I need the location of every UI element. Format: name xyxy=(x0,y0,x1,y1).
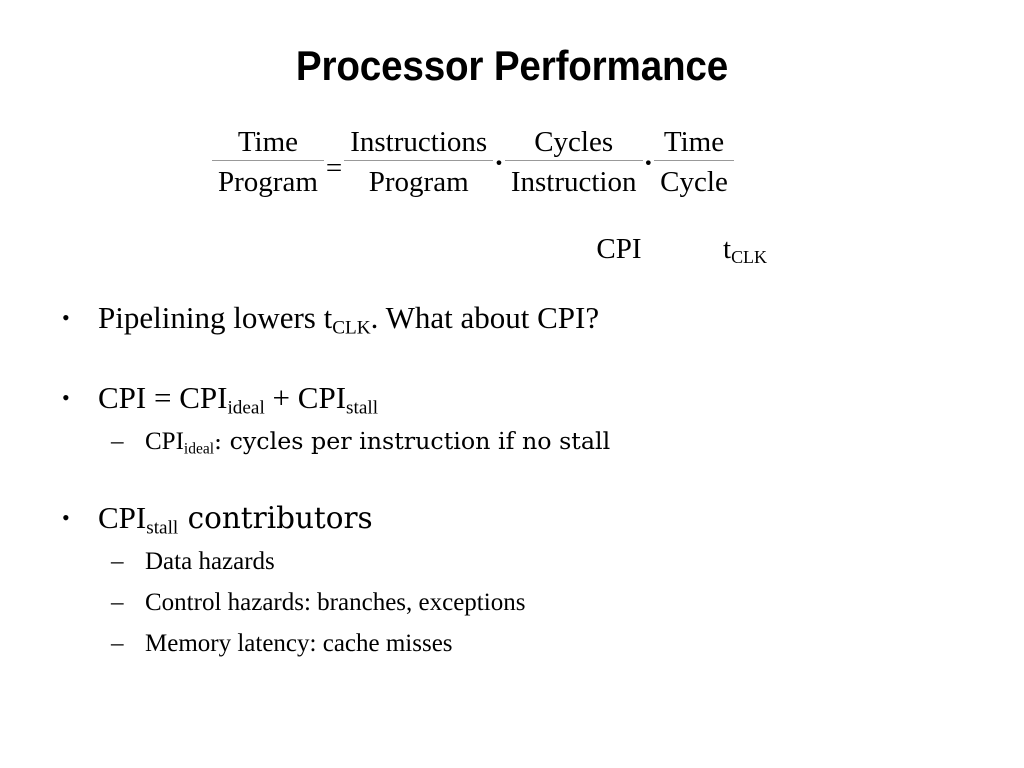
bullet-text-part: contributors xyxy=(178,501,373,535)
sub-bullet-marker: – xyxy=(111,428,124,455)
bullet-item: • Pipelining lowers tCLK. What about CPI… xyxy=(56,298,976,338)
sub-bullet-text: Control hazards: branches, exceptions xyxy=(145,589,526,616)
sub-bullet-marker: – xyxy=(111,630,124,657)
multiply-dot-2: · xyxy=(643,147,654,179)
bullet-text-part: Pipelining lowers t xyxy=(98,300,333,335)
bullet-text-part: + CPI xyxy=(264,380,347,415)
page-title: Processor Performance xyxy=(295,42,729,89)
sub-bullet-marker: – xyxy=(111,548,124,575)
annotation-tclk: tCLK xyxy=(705,232,785,266)
sub-bullet-item: – Data hazards xyxy=(56,541,976,582)
annotation-cpi: CPI xyxy=(545,232,693,266)
annotation-cpi-label: CPI xyxy=(596,233,642,265)
bullet-marker: • xyxy=(62,305,70,330)
equation-row: Time Program = Instructions Program · Cy… xyxy=(212,126,734,199)
bullet-item: • CPI = CPIideal + CPIstall xyxy=(56,378,976,418)
bullet-marker: • xyxy=(62,505,70,530)
bullet-text: Pipelining lowers tCLK. What about CPI? xyxy=(98,300,600,339)
sub-bullet-item: – Memory latency: cache misses xyxy=(56,623,976,664)
bullet-text-part: CPI xyxy=(98,500,147,535)
bullet-text-part: . What about CPI? xyxy=(370,300,600,335)
sub-bullet-text: CPIideal: cycles per instruction if no s… xyxy=(145,427,611,458)
sub-bullet-item: – CPIideal: cycles per instruction if no… xyxy=(56,421,976,462)
bullet-list: • Pipelining lowers tCLK. What about CPI… xyxy=(56,298,976,664)
bullet-text: CPIstall contributors xyxy=(98,500,373,539)
fraction-numerator: Time xyxy=(237,126,299,158)
bullet-marker: • xyxy=(62,385,70,410)
sub-bullet-text-part: CPI xyxy=(145,428,184,455)
fraction-numerator: Time xyxy=(663,126,725,158)
fraction-cycles-instruction: Cycles Instruction xyxy=(504,126,643,199)
bullet-subscript: ideal xyxy=(227,397,265,419)
fraction-instructions-program: Instructions Program xyxy=(344,126,494,199)
bullet-text: CPI = CPIideal + CPIstall xyxy=(98,380,379,419)
fraction-denominator: Instruction xyxy=(510,166,637,198)
fraction-denominator: Cycle xyxy=(660,166,728,198)
fraction-time-program: Time Program xyxy=(212,126,324,199)
slide-canvas: Processor Performance Time Program = Ins… xyxy=(0,0,1024,768)
sub-bullet-item: – Control hazards: branches, exceptions xyxy=(56,582,976,623)
bullet-subscript: stall xyxy=(146,517,179,539)
bullet-subscript: CLK xyxy=(332,317,371,339)
performance-equation: Time Program = Instructions Program · Cy… xyxy=(212,126,812,276)
fraction-denominator: Program xyxy=(368,166,469,198)
fraction-denominator: Program xyxy=(218,166,318,198)
bullet-text-part: CPI = CPI xyxy=(98,380,228,415)
bullet-item: • CPIstall contributors xyxy=(56,498,976,538)
sub-bullet-text-part: : cycles per instruction if no stall xyxy=(214,427,611,455)
multiply-dot-1: · xyxy=(494,147,504,179)
sub-bullet-marker: – xyxy=(111,589,124,616)
equals-sign: = xyxy=(325,152,343,184)
fraction-numerator: Instructions xyxy=(350,126,488,158)
fraction-numerator: Cycles xyxy=(534,126,614,158)
fraction-time-cycle: Time Cycle xyxy=(654,126,734,199)
annotation-tclk-subscript: CLK xyxy=(731,247,767,268)
bullet-subscript: stall xyxy=(346,397,379,419)
annotation-tclk-base: t xyxy=(723,233,732,265)
sub-bullet-text: Data hazards xyxy=(145,548,275,575)
sub-bullet-subscript: ideal xyxy=(183,440,215,458)
sub-bullet-text: Memory latency: cache misses xyxy=(145,630,453,657)
